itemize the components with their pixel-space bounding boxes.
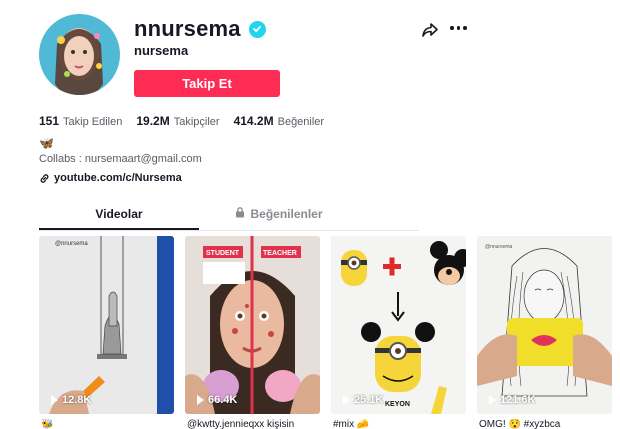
follow-button[interactable]: Takip Et	[134, 70, 280, 97]
tab-liked-label: Beğenilenler	[250, 207, 323, 221]
play-icon	[51, 395, 58, 405]
video-caption[interactable]: 🐝	[41, 419, 176, 429]
video-card[interactable]: @nnursema 121.6K	[477, 236, 612, 414]
play-icon	[489, 395, 496, 405]
more-icon[interactable]	[450, 26, 467, 30]
stat-number: 19.2M	[136, 114, 170, 128]
stat-label: Takipçiler	[173, 116, 220, 128]
view-count: 12.8K	[51, 394, 91, 406]
play-icon	[197, 395, 204, 405]
profile-username: nnursema	[134, 16, 241, 41]
thumb-handle: @nnursema	[485, 244, 513, 250]
avatar[interactable]	[39, 14, 120, 95]
video-grid: @nnursema 12.8K STUDENT TEACHER 66.4K KE…	[39, 236, 612, 414]
stat-likes: 414.2M Beğeniler	[234, 114, 325, 128]
thumb-keyon: KEYON	[385, 401, 410, 408]
link-icon	[40, 173, 49, 183]
video-caption[interactable]: @kwtty.jennieqxx kişisin	[187, 419, 322, 429]
stat-label: Beğeniler	[277, 116, 325, 128]
video-thumbnail: @nnursema	[39, 236, 174, 414]
avatar-image	[39, 14, 120, 95]
video-caption[interactable]: #mix 🧀	[333, 419, 468, 429]
stat-following[interactable]: 151 Takip Edilen	[39, 114, 122, 128]
video-thumbnail: STUDENT TEACHER	[185, 236, 320, 414]
video-thumbnail: @nnursema	[477, 236, 612, 414]
video-thumbnail: KEYON	[331, 236, 466, 414]
stat-followers[interactable]: 19.2M Takipçiler	[136, 114, 219, 128]
view-count: 121.6K	[489, 394, 535, 406]
share-icon[interactable]	[421, 21, 439, 39]
thumb-student: STUDENT	[206, 250, 240, 257]
view-count-text: 121.6K	[500, 394, 536, 406]
tab-videos-label: Videolar	[95, 207, 143, 221]
profile-link[interactable]: youtube.com/c/Nursema	[39, 172, 182, 184]
play-icon	[343, 395, 350, 405]
stat-number: 151	[39, 114, 60, 128]
view-count-text: 66.4K	[208, 394, 238, 406]
lock-icon	[236, 207, 245, 218]
bio-text: Collabs : nursemaart@gmail.com	[39, 153, 202, 165]
video-card[interactable]: STUDENT TEACHER 66.4K	[185, 236, 320, 414]
profile-stats: 151 Takip Edilen 19.2M Takipçiler 414.2M…	[39, 114, 324, 128]
video-caption[interactable]: OMG! 😯 #xyzbca	[479, 419, 614, 429]
video-card[interactable]: KEYON 25.1K	[331, 236, 466, 414]
profile-link-text: youtube.com/c/Nursema	[54, 172, 182, 184]
view-count: 25.1K	[343, 394, 383, 406]
thumb-handle: @nnursema	[55, 241, 88, 247]
thumb-teacher: TEACHER	[263, 250, 297, 257]
verified-badge-icon	[248, 20, 266, 38]
tab-liked[interactable]: Beğenilenler	[199, 207, 359, 230]
stat-number: 414.2M	[233, 114, 274, 128]
bio-emoji: 🦋	[39, 136, 54, 150]
profile-nickname: nursema	[134, 43, 189, 58]
tab-videos[interactable]: Videolar	[39, 207, 199, 230]
view-count-text: 25.1K	[354, 394, 384, 406]
video-card[interactable]: @nnursema 12.8K	[39, 236, 174, 414]
profile-tabs: Videolar Beğenilenler	[39, 207, 419, 231]
view-count: 66.4K	[197, 394, 237, 406]
stat-label: Takip Edilen	[63, 116, 123, 128]
view-count-text: 12.8K	[62, 394, 92, 406]
